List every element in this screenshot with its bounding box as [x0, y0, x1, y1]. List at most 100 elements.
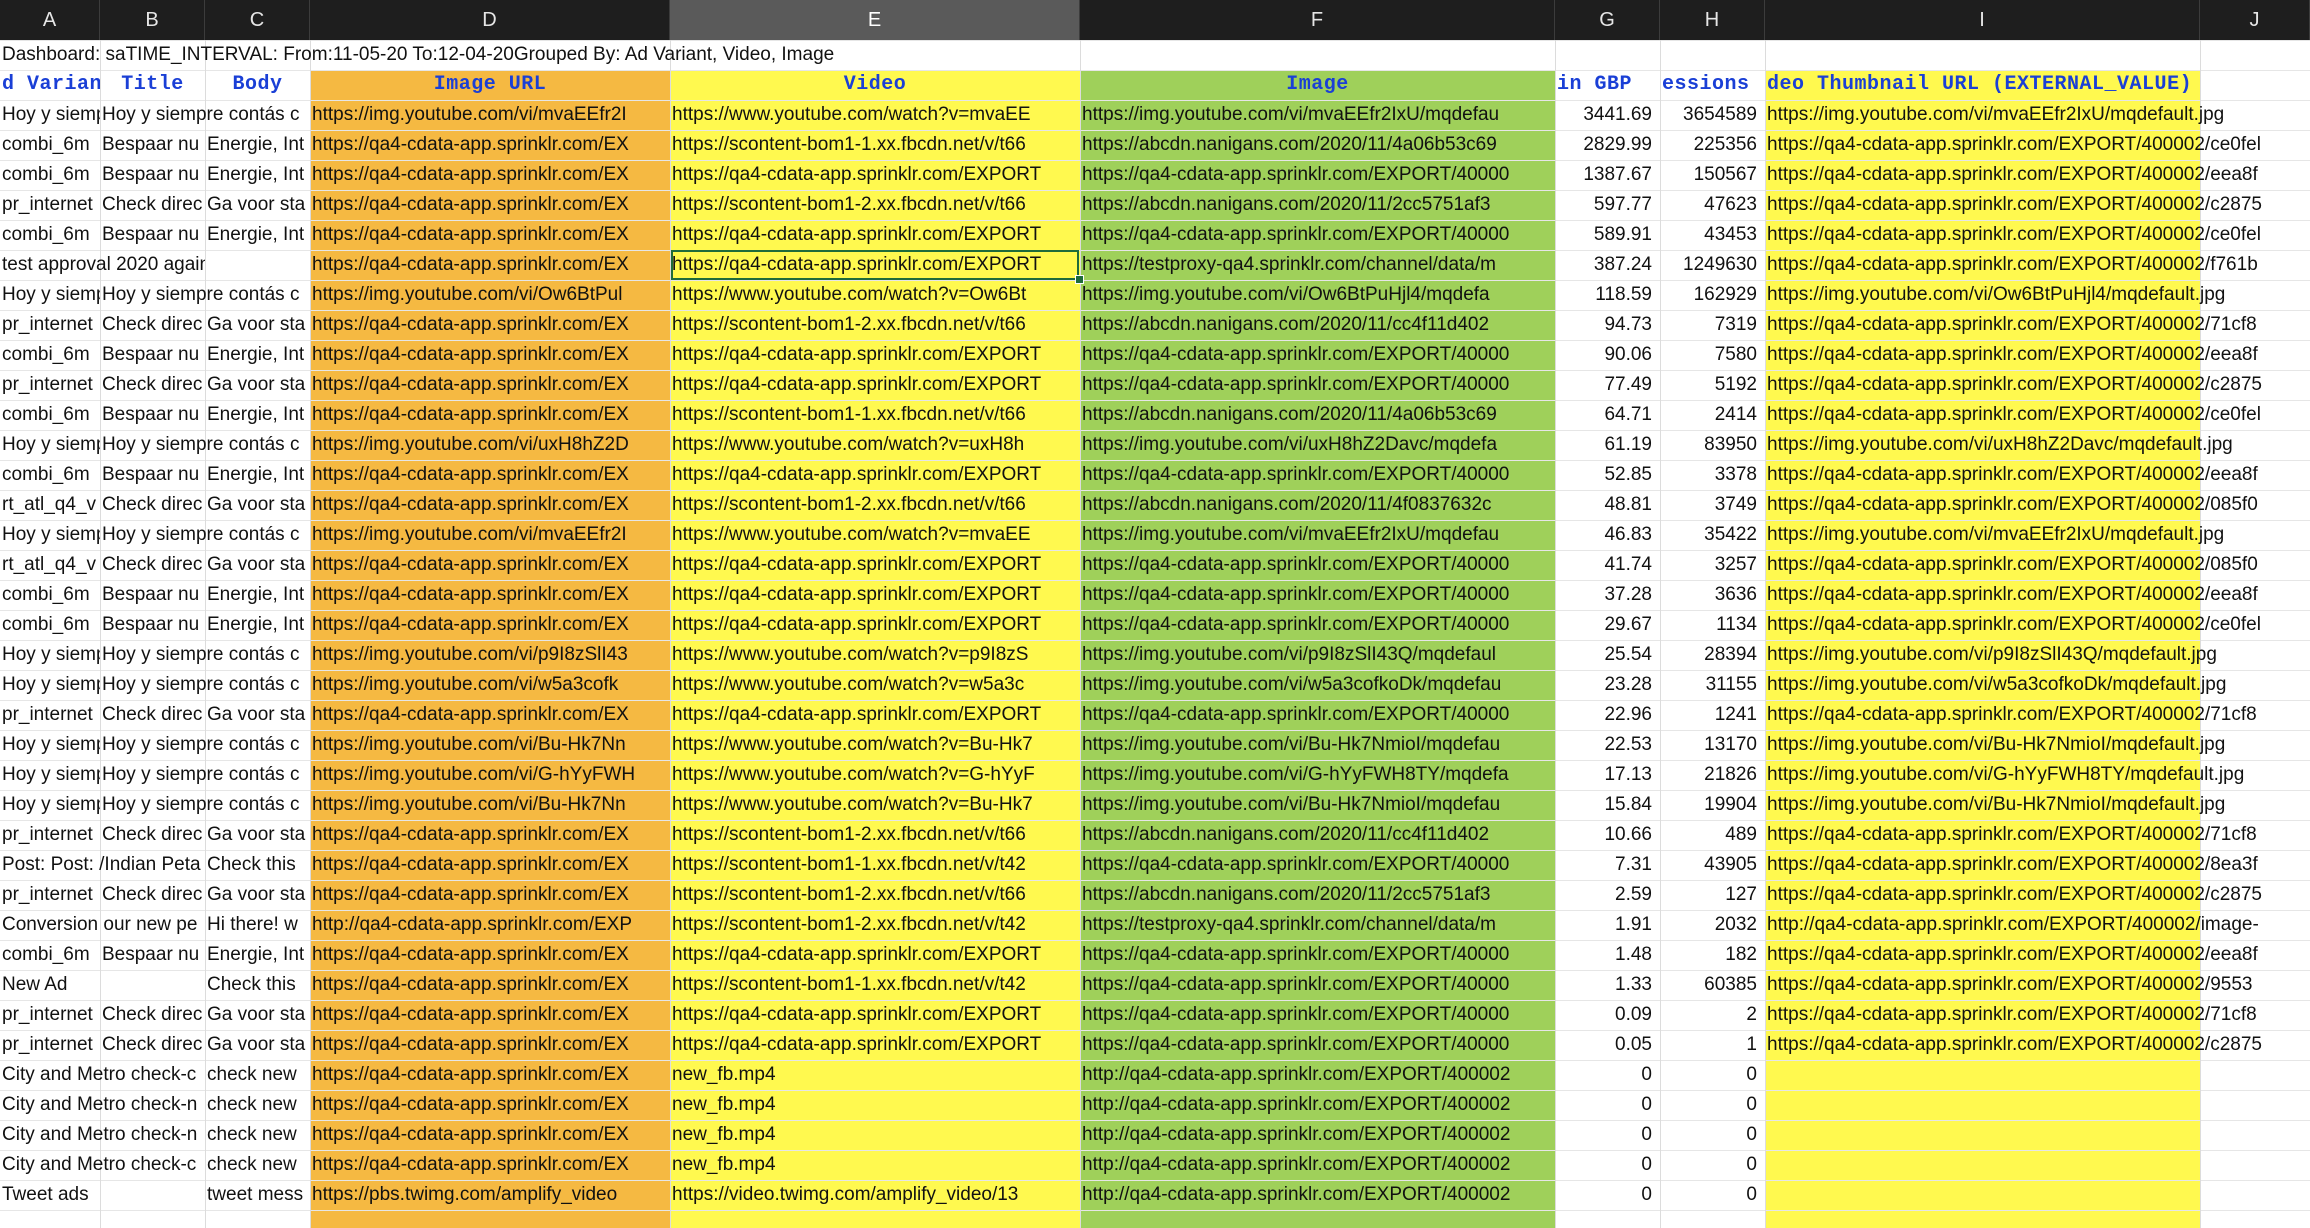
cell-e[interactable]: https://scontent-bom1-2.xx.fbcdn.net/v/t…: [670, 490, 1080, 520]
cell-e[interactable]: https://scontent-bom1-2.xx.fbcdn.net/v/t…: [670, 310, 1080, 340]
cell-d[interactable]: https://qa4-cdata-app.sprinklr.com/EX: [310, 490, 670, 520]
cell-h[interactable]: 13170: [1660, 730, 1765, 760]
cell-f[interactable]: https://img.youtube.com/vi/mvaEEfr2IxU/m…: [1080, 100, 1555, 130]
cell-g[interactable]: 10.66: [1555, 820, 1660, 850]
cell-h[interactable]: 0: [1660, 1090, 1765, 1120]
cell-a[interactable]: combi_6m: [0, 460, 100, 490]
cell-g[interactable]: 29.67: [1555, 610, 1660, 640]
cell-d[interactable]: https://img.youtube.com/vi/mvaEEfr2I: [310, 520, 670, 550]
cell-d[interactable]: https://qa4-cdata-app.sprinklr.com/EX: [310, 820, 670, 850]
cell-j[interactable]: [2200, 190, 2310, 220]
cell-a[interactable]: Hoy y siemp: [0, 640, 100, 670]
cell-c[interactable]: Energie, Int: [205, 130, 310, 160]
cell-a[interactable]: pr_internet: [0, 700, 100, 730]
cell-f[interactable]: https://qa4-cdata-app.sprinklr.com/EXPOR…: [1080, 550, 1555, 580]
cell-b[interactable]: [100, 250, 205, 280]
cell-d[interactable]: https://pbs.twimg.com/amplify_video: [310, 1180, 670, 1210]
cell-b[interactable]: [100, 910, 205, 940]
cell-c[interactable]: check new: [205, 1120, 310, 1150]
cell-d[interactable]: https://qa4-cdata-app.sprinklr.com/EX: [310, 340, 670, 370]
cell-e[interactable]: https://scontent-bom1-1.xx.fbcdn.net/v/t…: [670, 970, 1080, 1000]
cell-a[interactable]: Hoy y siemp: [0, 670, 100, 700]
cell-g[interactable]: 597.77: [1555, 190, 1660, 220]
cell-d[interactable]: https://qa4-cdata-app.sprinklr.com/EX: [310, 1090, 670, 1120]
cell-b[interactable]: Check direc: [100, 550, 205, 580]
cell-b[interactable]: Check direc: [100, 190, 205, 220]
cell-e[interactable]: https://qa4-cdata-app.sprinklr.com/EXPOR…: [670, 700, 1080, 730]
cell-j[interactable]: [2200, 370, 2310, 400]
cell-a[interactable]: pr_internet: [0, 1000, 100, 1030]
column-header-d[interactable]: D: [310, 0, 670, 40]
cell-h[interactable]: 43453: [1660, 220, 1765, 250]
cell-f[interactable]: https://img.youtube.com/vi/p9I8zSlI43Q/m…: [1080, 640, 1555, 670]
cell-j[interactable]: [2200, 1060, 2310, 1090]
cell-c[interactable]: Energie, Int: [205, 460, 310, 490]
cell-c[interactable]: Ga voor sta: [205, 370, 310, 400]
cell-a[interactable]: rt_atl_q4_v: [0, 550, 100, 580]
cell-a[interactable]: Hoy y siemp: [0, 280, 100, 310]
column-caption-i[interactable]: deo Thumbnail URL (EXTERNAL_VALUE): [1765, 70, 2200, 100]
cell-g[interactable]: 2.59: [1555, 880, 1660, 910]
cell-g[interactable]: 7.31: [1555, 850, 1660, 880]
cell-e[interactable]: new_fb.mp4: [670, 1090, 1080, 1120]
cell-g[interactable]: 1387.67: [1555, 160, 1660, 190]
column-caption-d[interactable]: Image URL: [310, 70, 670, 100]
cell-e[interactable]: https://qa4-cdata-app.sprinklr.com/EXPOR…: [670, 1030, 1080, 1060]
cell-a[interactable]: pr_internet: [0, 310, 100, 340]
cell-d[interactable]: https://qa4-cdata-app.sprinklr.com/EX: [310, 1120, 670, 1150]
cell-e[interactable]: https://scontent-bom1-2.xx.fbcdn.net/v/t…: [670, 820, 1080, 850]
cell-j[interactable]: [2200, 160, 2310, 190]
cell-e[interactable]: https://www.youtube.com/watch?v=p9I8zS: [670, 640, 1080, 670]
cell-j[interactable]: [2200, 490, 2310, 520]
cell-g[interactable]: 46.83: [1555, 520, 1660, 550]
cell-c[interactable]: Energie, Int: [205, 400, 310, 430]
cell-j[interactable]: [2200, 130, 2310, 160]
cell-c[interactable]: check new: [205, 1090, 310, 1120]
cell-e[interactable]: https://www.youtube.com/watch?v=Bu-Hk7: [670, 790, 1080, 820]
cell-e[interactable]: https://qa4-cdata-app.sprinklr.com/EXPOR…: [670, 370, 1080, 400]
cell-b[interactable]: [100, 1090, 205, 1120]
cell-g[interactable]: 0.09: [1555, 1000, 1660, 1030]
cell-b[interactable]: [100, 1060, 205, 1090]
cell-g[interactable]: 48.81: [1555, 490, 1660, 520]
cell-e[interactable]: https://www.youtube.com/watch?v=w5a3c: [670, 670, 1080, 700]
cell-b[interactable]: Bespaar nu: [100, 130, 205, 160]
cell-h[interactable]: 3257: [1660, 550, 1765, 580]
cell-f[interactable]: https://qa4-cdata-app.sprinklr.com/EXPOR…: [1080, 1030, 1555, 1060]
cell-b[interactable]: Bespaar nu: [100, 160, 205, 190]
cell-d[interactable]: https://qa4-cdata-app.sprinklr.com/EX: [310, 220, 670, 250]
cell-e[interactable]: https://qa4-cdata-app.sprinklr.com/EXPOR…: [670, 160, 1080, 190]
column-header-g[interactable]: G: [1555, 0, 1660, 40]
cell-d[interactable]: https://img.youtube.com/vi/Bu-Hk7Nn: [310, 730, 670, 760]
cell-b[interactable]: Check direc: [100, 700, 205, 730]
cell-i[interactable]: [1765, 1090, 2200, 1120]
cell-f[interactable]: https://qa4-cdata-app.sprinklr.com/EXPOR…: [1080, 340, 1555, 370]
cell-b[interactable]: Bespaar nu: [100, 610, 205, 640]
cell-b[interactable]: Check direc: [100, 1000, 205, 1030]
cell-e[interactable]: https://www.youtube.com/watch?v=G-hYyF: [670, 760, 1080, 790]
column-caption-g[interactable]: in GBP: [1555, 70, 1660, 100]
cell-d[interactable]: https://img.youtube.com/vi/p9I8zSlI43: [310, 640, 670, 670]
cell-f[interactable]: https://testproxy-qa4.sprinklr.com/chann…: [1080, 910, 1555, 940]
cell-g[interactable]: 0: [1555, 1060, 1660, 1090]
cell-a[interactable]: pr_internet: [0, 820, 100, 850]
cell-d[interactable]: https://qa4-cdata-app.sprinklr.com/EX: [310, 1000, 670, 1030]
cell-d[interactable]: https://qa4-cdata-app.sprinklr.com/EX: [310, 700, 670, 730]
cell-h[interactable]: 7319: [1660, 310, 1765, 340]
cell-c[interactable]: check new: [205, 1060, 310, 1090]
cell-h[interactable]: 7580: [1660, 340, 1765, 370]
cell-f[interactable]: https://qa4-cdata-app.sprinklr.com/EXPOR…: [1080, 700, 1555, 730]
cell-f[interactable]: https://qa4-cdata-app.sprinklr.com/EXPOR…: [1080, 1000, 1555, 1030]
cell-j[interactable]: [2200, 400, 2310, 430]
cell-h[interactable]: 3636: [1660, 580, 1765, 610]
cell-j[interactable]: [2200, 340, 2310, 370]
cell-c[interactable]: Energie, Int: [205, 340, 310, 370]
cell-e[interactable]: https://qa4-cdata-app.sprinklr.com/EXPOR…: [670, 460, 1080, 490]
cell-a[interactable]: rt_atl_q4_v: [0, 490, 100, 520]
cell-c[interactable]: Energie, Int: [205, 610, 310, 640]
cell-e[interactable]: https://scontent-bom1-1.xx.fbcdn.net/v/t…: [670, 850, 1080, 880]
cell-h[interactable]: 21826: [1660, 760, 1765, 790]
cell-d[interactable]: https://img.youtube.com/vi/uxH8hZ2D: [310, 430, 670, 460]
cell-f[interactable]: https://img.youtube.com/vi/mvaEEfr2IxU/m…: [1080, 520, 1555, 550]
cell-j[interactable]: [2200, 580, 2310, 610]
